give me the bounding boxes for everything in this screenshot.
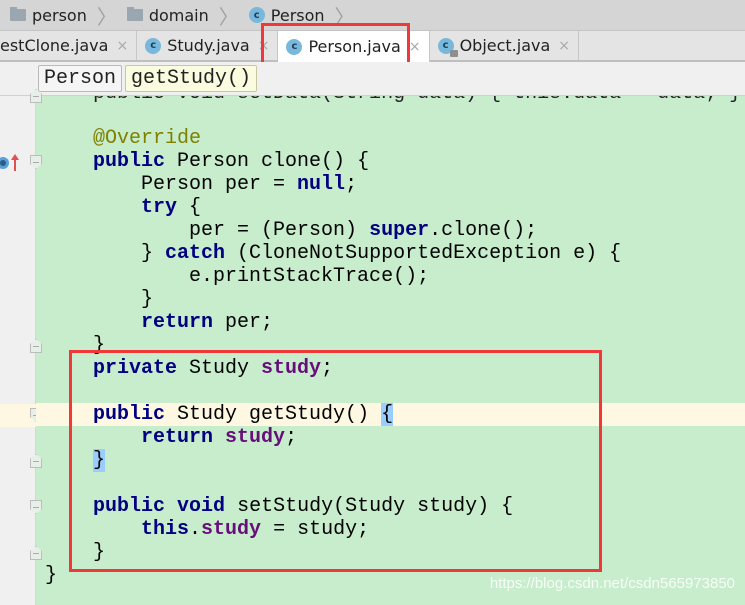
code-line-getter-signature: public Study getStudy() { — [36, 403, 745, 426]
code-line: per = (Person) super.clone(); — [189, 219, 538, 242]
code-line: try { — [141, 196, 202, 219]
tab-label: Person.java — [308, 37, 401, 56]
class-icon: c — [145, 37, 162, 54]
close-icon[interactable]: × — [116, 38, 128, 54]
folder-icon — [10, 7, 26, 21]
editor-tabs: estClone.java × c Study.java × c Person.… — [0, 31, 745, 62]
breadcrumb-class[interactable]: Person — [38, 65, 123, 92]
code-line-annotation: @Override — [93, 127, 202, 150]
class-icon: c — [248, 7, 265, 23]
code-line: } catch (CloneNotSupportedException e) { — [141, 242, 622, 265]
chevron-right-icon: 〉 — [96, 4, 117, 29]
code-line-clone-signature: public Person clone() { — [93, 150, 370, 173]
code-line: Person per = null; — [141, 173, 358, 196]
code-line: return study; — [141, 426, 298, 449]
tab-label: Study.java — [167, 36, 250, 55]
tab-label: estClone.java — [0, 36, 109, 55]
tab-study[interactable]: c Study.java × — [137, 31, 279, 60]
code-line: } — [93, 541, 106, 564]
code-line: this.study = study; — [141, 518, 370, 541]
navigation-bar: person 〉 domain 〉 c Person 〉 — [0, 0, 745, 31]
close-icon[interactable]: × — [558, 38, 570, 54]
tab-person[interactable]: c Person.java × — [278, 31, 430, 62]
code-line: } — [93, 334, 106, 357]
chevron-right-icon: 〉 — [218, 4, 239, 29]
code-editor[interactable]: public void setData(String data) { this.… — [36, 96, 745, 605]
crumb-label: person — [32, 5, 87, 25]
structure-breadcrumb: Person getStudy() — [0, 62, 745, 96]
code-line-field-decl: private Study study; — [93, 357, 334, 380]
code-line: e.printStackTrace(); — [189, 265, 430, 288]
class-locked-icon: c — [437, 37, 458, 57]
code-line: return per; — [141, 311, 274, 334]
code-line: } — [93, 449, 106, 472]
tab-label: Object.java — [459, 36, 551, 55]
close-icon[interactable]: × — [258, 38, 270, 54]
crumb-label: domain — [148, 5, 209, 25]
code-line-partial: public void setData(String data) { this.… — [36, 96, 745, 105]
nav-crumb-person[interactable]: person — [0, 0, 97, 31]
breadcrumb-method[interactable]: getStudy() — [125, 65, 258, 92]
class-icon: c — [286, 38, 303, 55]
tab-object[interactable]: c Object.java × — [430, 31, 580, 60]
nav-crumb-domain[interactable]: domain — [123, 0, 219, 31]
code-line: } — [141, 288, 154, 311]
override-method-icon[interactable] — [0, 152, 22, 174]
close-icon[interactable]: × — [409, 39, 421, 55]
chevron-right-icon: 〉 — [334, 4, 355, 29]
folder-icon — [126, 7, 143, 21]
tab-testclone[interactable]: estClone.java × — [0, 31, 138, 60]
crumb-label: Person — [270, 5, 325, 25]
code-line-setter-signature: public void setStudy(Study study) { — [93, 495, 514, 518]
nav-crumb-person-class[interactable]: c Person — [245, 0, 335, 31]
watermark: https://blog.csdn.net/csdn565973850 — [489, 575, 735, 592]
lock-icon — [449, 49, 458, 57]
